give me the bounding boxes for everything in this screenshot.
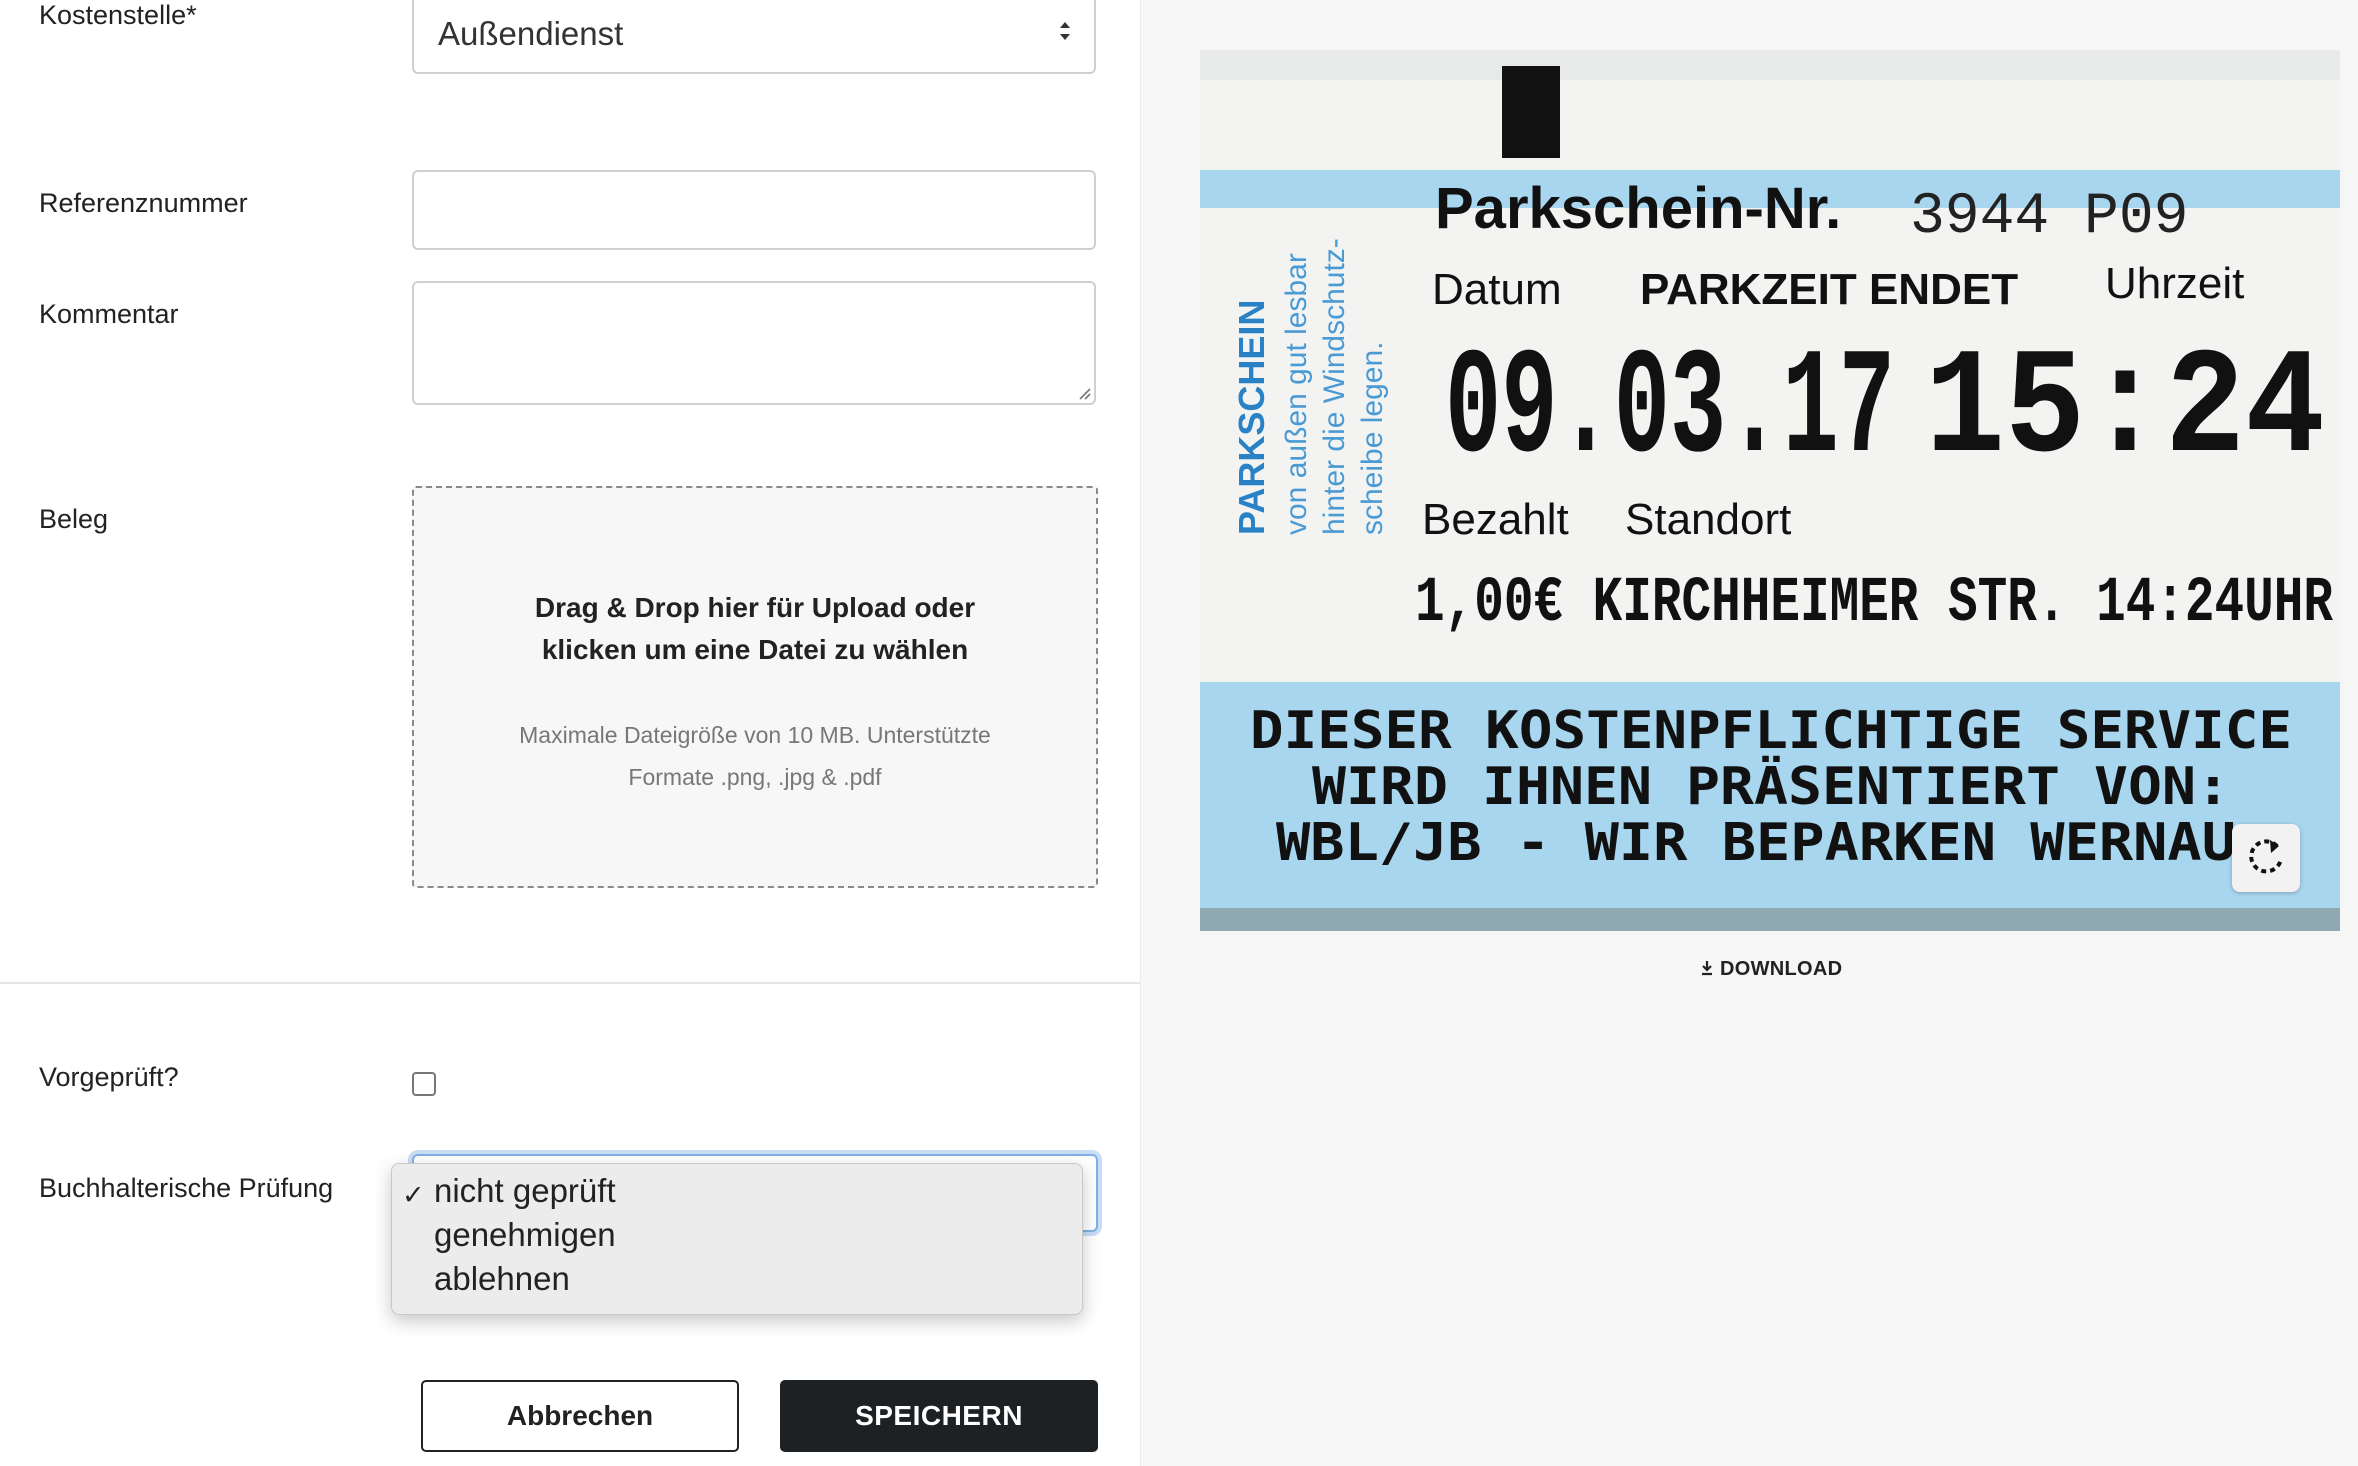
ticket-cut-mark [1502,66,1560,158]
ticket-paid-label: Bezahlt [1422,495,1569,544]
option-not-checked[interactable]: nicht geprüft [434,1172,616,1210]
reference-label: Referenznummer [39,188,248,218]
ticket-date-label: Datum [1432,265,1562,314]
ticket-location-label: Standort [1625,495,1791,544]
download-icon [1702,961,1712,976]
rotate-button[interactable] [2232,824,2300,892]
ticket-paid-line: 1,00€ KIRCHHEIMER STR. 14:24UHR [1415,568,2333,640]
ticket-side-line1: von außen gut lesbar [1280,253,1313,535]
dropzone-title-line2: klicken um eine Datei zu wählen [541,634,969,665]
rotate-icon [2249,839,2283,874]
cancel-button[interactable]: Abbrechen [421,1380,739,1452]
section-divider [0,982,1140,984]
option-approve[interactable]: genehmigen [434,1216,616,1254]
ticket-date-value: 09.03.17 [1445,326,1895,496]
ticket-footer-line2: WIRD IHNEN PRÄSENTIERT VON: [1312,756,2230,817]
save-button[interactable]: SPEICHERN [780,1380,1098,1452]
resize-handle-icon[interactable] [1077,386,1091,400]
ticket-time-value: 15:24 [1925,326,2325,496]
ticket-footer-line3: WBL/JB - WIR BEPARKEN WERNAU [1276,813,2236,873]
dropzone-hint-line1: Maximale Dateigröße von 10 MB. Unterstüt… [519,722,991,748]
cost-center-select[interactable]: Außendienst [412,0,1096,74]
cost-center-label: Kostenstelle* [39,0,197,30]
download-link[interactable]: DOWNLOAD [1700,958,1842,981]
prechecked-checkbox[interactable] [412,1072,436,1096]
accounting-check-label: Buchhalterische Prüfung [39,1173,334,1203]
prechecked-label: Vorgeprüft? [39,1062,179,1092]
dropzone-hint: Maximale Dateigröße von 10 MB. Unterstüt… [474,714,1036,798]
reference-input[interactable] [412,170,1096,250]
option-reject[interactable]: ablehnen [434,1260,570,1298]
ticket-bottom-edge [1200,908,2340,931]
receipt-image: Parkschein-Nr. 3944 P09 Datum PARKZEIT E… [1200,50,2340,931]
ticket-time-label: Uhrzeit [2105,259,2244,308]
dropzone-title: Drag & Drop hier für Upload oder klicken… [414,587,1096,671]
dropzone-hint-line2: Formate .png, .jpg & .pdf [628,764,882,790]
updown-chevron-icon [1060,22,1070,40]
ticket-footer-line1: DIESER KOSTENPFLICHTIGE SERVICE [1250,701,2292,761]
ticket-side-line2: hinter die Windschutz- [1318,238,1351,535]
checkmark-icon: ✓ [402,1180,425,1210]
ticket-edge [1200,50,2340,80]
expense-form: Kostenstelle* Außendienst Referenznummer… [0,0,1140,1466]
ticket-side-title: PARKSCHEIN [1231,300,1272,535]
receipt-label: Beleg [39,504,109,534]
cost-center-value: Außendienst [438,15,624,52]
ticket-title: Parkschein-Nr. [1435,176,1841,241]
file-dropzone[interactable]: Drag & Drop hier für Upload oder klicken… [412,486,1098,888]
ticket-end-label: PARKZEIT ENDET [1640,265,2018,314]
comment-textarea[interactable] [412,281,1096,405]
comment-label: Kommentar [39,299,179,329]
download-label: DOWNLOAD [1720,958,1843,980]
ticket-number: 3944 P09 [1910,185,2188,250]
accounting-check-dropdown: ✓ nicht geprüft genehmigen ablehnen [391,1163,1083,1315]
ticket-side-line3: scheibe legen. [1356,342,1389,535]
dropzone-title-line1: Drag & Drop hier für Upload oder [534,592,976,623]
